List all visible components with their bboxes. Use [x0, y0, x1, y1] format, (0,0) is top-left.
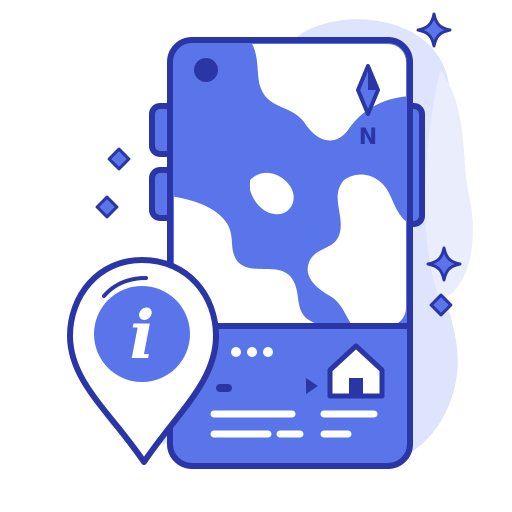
camera-dot	[194, 58, 218, 82]
more-dots-icon	[231, 347, 273, 357]
illustration-stage: N i	[0, 0, 512, 512]
panel-indicator	[216, 384, 232, 392]
info-glyph: i	[129, 296, 154, 374]
map-info-illustration: N i	[67, 12, 473, 469]
compass-letter: N	[359, 125, 377, 150]
diamond-icon	[107, 147, 131, 171]
diamond-icon	[95, 195, 119, 219]
